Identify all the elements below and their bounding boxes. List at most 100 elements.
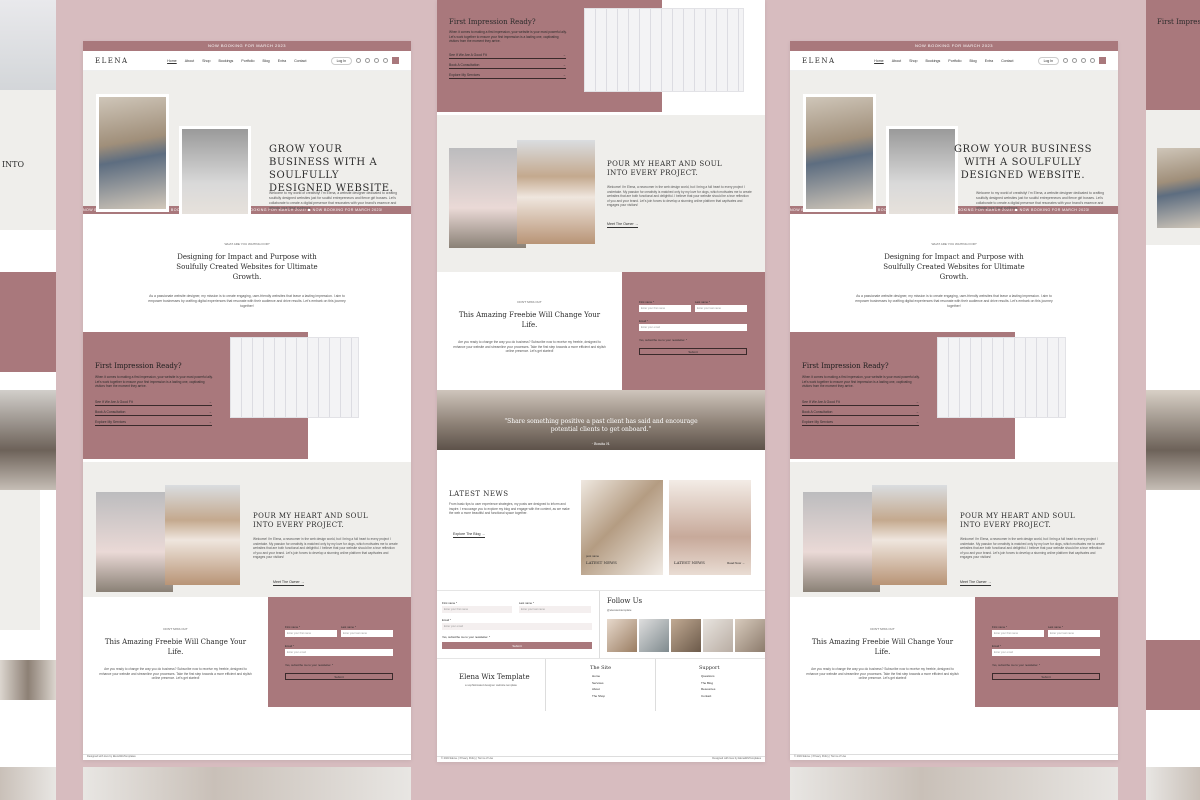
submit-button[interactable]: Submit	[285, 673, 393, 680]
footer-link-shop[interactable]: The Shop	[592, 693, 605, 700]
last-name-input-2[interactable]: Enter your last name	[695, 305, 747, 312]
contact-last-name-input[interactable]: Enter your last name	[519, 606, 591, 613]
footer-link-resources[interactable]: Resources	[701, 686, 715, 693]
nav-actions-3: Log In	[1037, 56, 1106, 65]
left-edge-preview: INTO	[0, 0, 56, 800]
meet-owner-cta-3[interactable]: Meet The Owner →	[960, 580, 992, 586]
nav-portfolio-3[interactable]: Portfolio	[948, 59, 961, 63]
about-photo-owner	[165, 485, 240, 585]
footer-link-contact[interactable]: Contact	[701, 693, 715, 700]
nav-about-3[interactable]: About	[892, 59, 901, 63]
nav-blog[interactable]: Blog	[262, 59, 269, 63]
footer-link-questions[interactable]: Questions	[701, 673, 715, 680]
nav-extra-3[interactable]: Extra	[985, 59, 993, 63]
homepage-preview-middle: First Impression Ready? When it comes to…	[437, 0, 765, 762]
nav-shop-3[interactable]: Shop	[909, 59, 917, 63]
link-services-2[interactable]: Explore My Services →	[449, 73, 566, 79]
site-logo[interactable]: ELENA	[95, 57, 143, 65]
nav-blog-3[interactable]: Blog	[969, 59, 976, 63]
freebie-title-3: This Amazing Freebie Will Change Your Li…	[811, 638, 954, 656]
contact-newsletter-checkbox[interactable]: Yes, subscribe me to your newsletter. *	[442, 635, 490, 639]
email-input-2[interactable]: Enter your email	[639, 324, 747, 331]
facebook-icon[interactable]	[365, 58, 370, 63]
link-services-label-3: Explore My Services	[802, 420, 833, 424]
about-body: Welcome! I'm Elena, a newcomer in the we…	[253, 537, 398, 559]
facebook-icon[interactable]	[1072, 58, 1077, 63]
link-services[interactable]: Explore My Services →	[95, 420, 212, 426]
tiktok-icon[interactable]	[383, 58, 388, 63]
nav-shop[interactable]: Shop	[202, 59, 210, 63]
edge-impression-title: First Impression Ready?	[1157, 18, 1200, 26]
arrow-right-icon: →	[562, 73, 566, 77]
last-name-input-3[interactable]: Enter your last name	[1048, 630, 1100, 637]
link-good-fit-2[interactable]: See If We Are A Good Fit →	[449, 53, 566, 59]
link-consultation-2[interactable]: Book A Consultation →	[449, 63, 566, 69]
nav-extra[interactable]: Extra	[278, 59, 286, 63]
insta-photo[interactable]	[735, 619, 765, 652]
site-logo-3[interactable]: ELENA	[802, 57, 850, 65]
hero-title-3: GROW YOUR BUSINESS WITH A SOULFULLY DESI…	[953, 144, 1093, 181]
cart-icon[interactable]	[1099, 57, 1106, 64]
newsletter-checkbox[interactable]: Yes, subscribe me to your newsletter. *	[285, 663, 333, 667]
meet-owner-cta-2[interactable]: Meet The Owner →	[607, 222, 639, 228]
first-name-input-3[interactable]: Enter your first name	[992, 630, 1044, 637]
insta-photo[interactable]	[607, 619, 637, 652]
explore-blog-cta[interactable]: Explore The Blog →	[453, 532, 486, 538]
follow-handle[interactable]: @elenawixtemplate	[607, 608, 631, 612]
link-good-fit[interactable]: See If We Are A Good Fit →	[95, 400, 212, 406]
footer-brand: Elena Wix Template	[459, 673, 530, 681]
news-card-2[interactable]: LATEST NEWS Read Now →	[669, 480, 751, 575]
nav-portfolio[interactable]: Portfolio	[241, 59, 254, 63]
hero-section: GROW YOUR BUSINESS WITH A SOULFULLY DESI…	[83, 71, 411, 224]
news-card-1[interactable]: post name LATEST NEWS	[581, 480, 663, 575]
intro-title: Designing for Impact and Purpose with So…	[176, 253, 318, 281]
hero-title: GROW YOUR BUSINESS WITH A SOULFULLY DESI…	[269, 144, 394, 194]
tiktok-icon[interactable]	[1090, 58, 1095, 63]
login-button-3[interactable]: Log In	[1037, 56, 1059, 65]
email-input-3[interactable]: Enter your email	[992, 649, 1100, 656]
pinterest-icon[interactable]	[1063, 58, 1068, 63]
first-name-input[interactable]: Enter your first name	[285, 630, 337, 637]
freebie-eyebrow-3: DON'T MISS OUT	[870, 627, 895, 631]
instagram-icon[interactable]	[1081, 58, 1086, 63]
instagram-icon[interactable]	[374, 58, 379, 63]
nav-contact[interactable]: Contact	[294, 59, 306, 63]
announcement-bar: NOW BOOKING FOR MARCH 2023	[83, 41, 411, 51]
footer-copyright-3: © 2023 Elena. | Privacy Policy | Terms o…	[794, 755, 847, 758]
newsletter-checkbox-2[interactable]: Yes, subscribe me to your newsletter. *	[639, 338, 687, 342]
freebie-section: DON'T MISS OUT This Amazing Freebie Will…	[83, 597, 411, 707]
intro-section-3: WHAT ARE YOU WAITING FOR? Designing for …	[790, 214, 1118, 332]
first-name-input-2[interactable]: Enter your first name	[639, 305, 691, 312]
insta-photo[interactable]	[703, 619, 733, 652]
contact-email-input[interactable]: Enter your email	[442, 623, 592, 630]
link-good-fit-3[interactable]: See If We Are A Good Fit →	[802, 400, 919, 406]
freebie-title-2: This Amazing Freebie Will Change Your Li…	[458, 311, 601, 329]
email-input[interactable]: Enter your email	[285, 649, 393, 656]
news-card-cta[interactable]: Read Now →	[727, 561, 745, 565]
login-button[interactable]: Log In	[330, 56, 352, 65]
cart-icon[interactable]	[392, 57, 399, 64]
link-services-label-2: Explore My Services	[449, 73, 480, 77]
insta-photo[interactable]	[639, 619, 669, 652]
nav-home-3[interactable]: Home	[874, 59, 884, 63]
nav-bookings-3[interactable]: Bookings	[926, 59, 941, 63]
intro-body-3: As a passionate website designer, my mis…	[855, 294, 1053, 308]
link-services-3[interactable]: Explore My Services →	[802, 420, 919, 426]
nav-about[interactable]: About	[185, 59, 194, 63]
about-section-3: POUR MY HEART AND SOUL INTO EVERY PROJEC…	[790, 462, 1118, 597]
contact-first-name-input[interactable]: Enter your first name	[442, 606, 512, 613]
link-consultation[interactable]: Book A Consultation →	[95, 410, 212, 416]
meet-owner-cta[interactable]: Meet The Owner →	[273, 580, 305, 586]
link-consultation-3[interactable]: Book A Consultation →	[802, 410, 919, 416]
last-name-input[interactable]: Enter your last name	[341, 630, 393, 637]
insta-photo[interactable]	[671, 619, 701, 652]
freebie-body-3: Are you ready to change the way you do b…	[806, 667, 959, 680]
nav-contact-3[interactable]: Contact	[1001, 59, 1013, 63]
nav-bookings[interactable]: Bookings	[219, 59, 234, 63]
submit-button-3[interactable]: Submit	[992, 673, 1100, 680]
submit-button-2[interactable]: Submit	[639, 348, 747, 355]
newsletter-checkbox-3[interactable]: Yes, subscribe me to your newsletter. *	[992, 663, 1040, 667]
nav-home[interactable]: Home	[167, 59, 177, 63]
contact-submit-button[interactable]: Submit	[442, 642, 592, 649]
pinterest-icon[interactable]	[356, 58, 361, 63]
